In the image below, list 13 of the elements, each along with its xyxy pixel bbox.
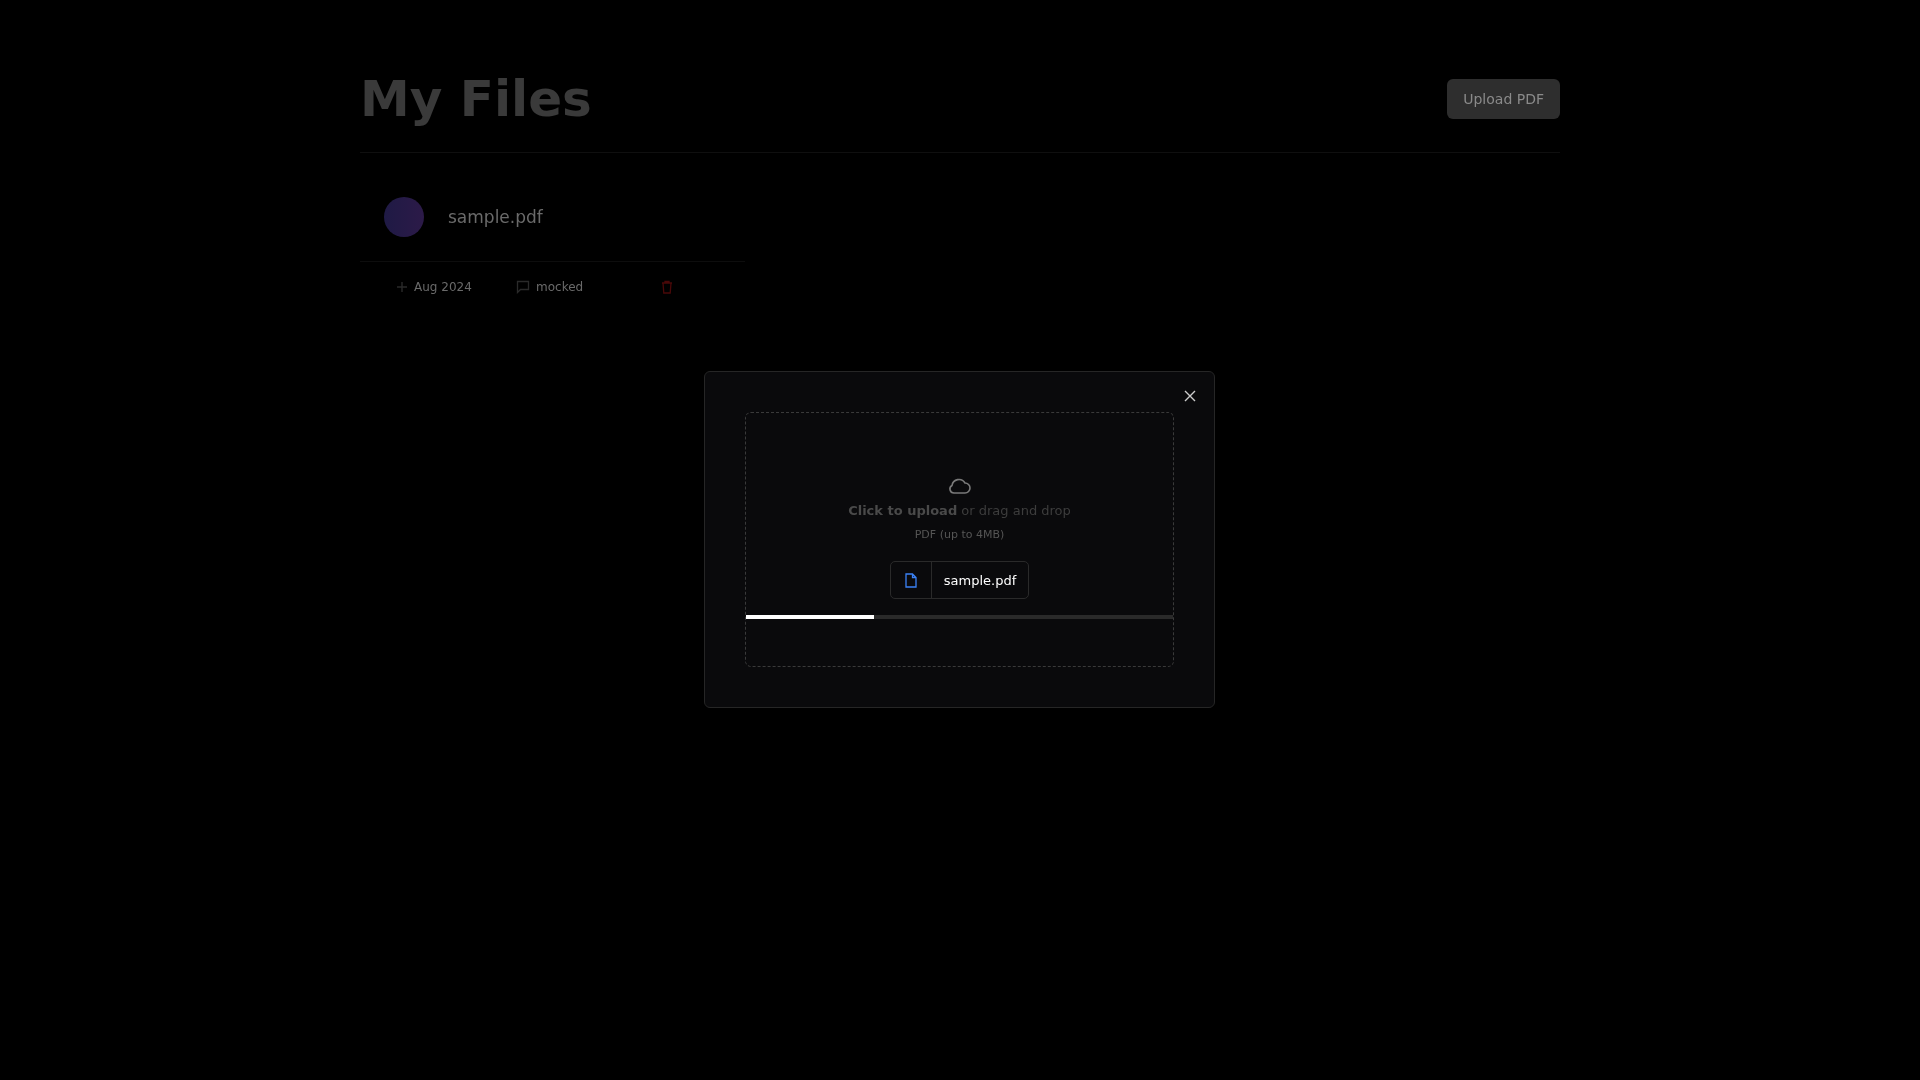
file-date: Aug 2024 [414, 280, 472, 294]
document-icon [904, 572, 917, 588]
page-title: My Files [360, 70, 592, 128]
file-avatar-icon [384, 197, 424, 237]
plus-icon [396, 281, 408, 293]
file-status: mocked [536, 280, 584, 294]
upload-pdf-button[interactable]: Upload PDF [1447, 79, 1560, 119]
chat-icon [516, 280, 530, 294]
file-type-hint: PDF (up to 4MB) [914, 528, 1005, 541]
cloud-icon [947, 477, 972, 495]
file-name: sample.pdf [448, 207, 543, 227]
selected-file-name: sample.pdf [942, 571, 1018, 590]
close-icon [1184, 390, 1196, 402]
